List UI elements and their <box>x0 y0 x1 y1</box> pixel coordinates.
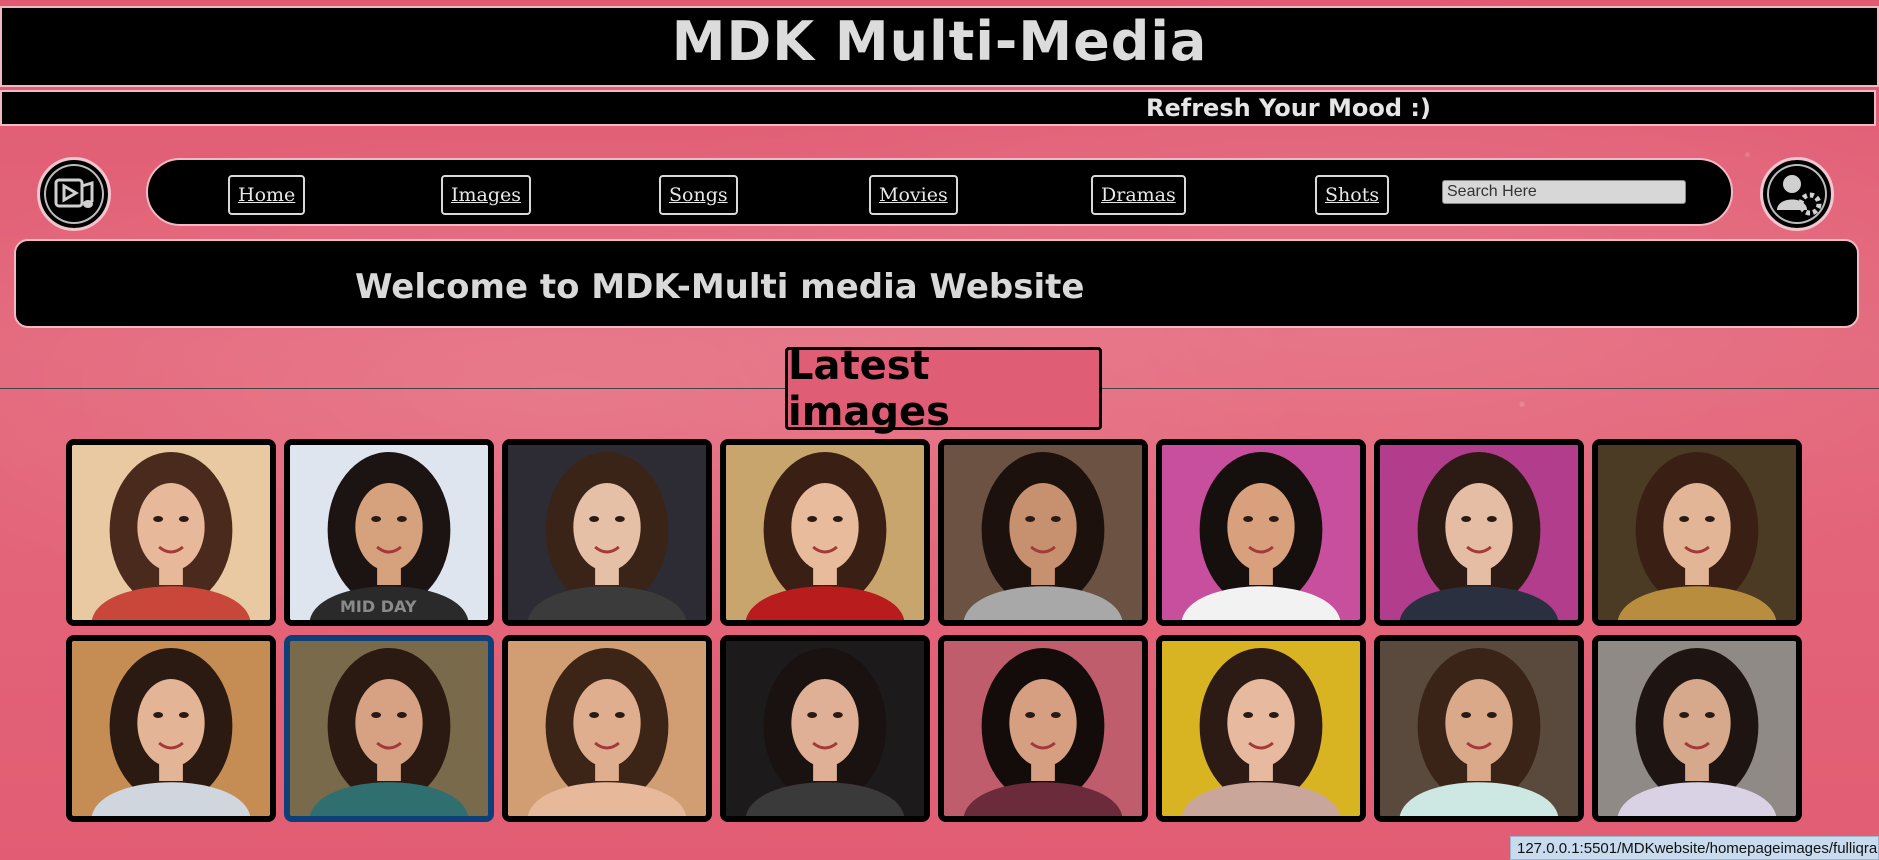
portrait-photo <box>72 445 270 620</box>
portrait-photo <box>508 641 706 816</box>
nav-images[interactable]: Images <box>441 175 532 215</box>
photo-watermark: MID DAY <box>340 597 417 616</box>
portrait-photo <box>1598 641 1796 816</box>
portrait-photo <box>1162 445 1360 620</box>
portrait-photo <box>1380 445 1578 620</box>
gallery-image[interactable] <box>720 439 930 626</box>
site-title: MDK Multi-Media <box>671 10 1208 73</box>
portrait-photo <box>72 641 270 816</box>
nav-shots[interactable]: Shots <box>1315 175 1390 215</box>
gallery-image[interactable] <box>502 439 712 626</box>
search-input[interactable] <box>1442 180 1686 204</box>
latest-images-heading: Latest images <box>785 343 1102 435</box>
nav-songs[interactable]: Songs <box>659 175 738 215</box>
portrait-photo <box>726 445 924 620</box>
portrait-photo <box>290 445 488 620</box>
portrait-photo <box>1380 641 1578 816</box>
welcome-text: Welcome to MDK-Multi media Website <box>355 267 1085 307</box>
gallery-image[interactable] <box>502 635 712 822</box>
site-tagline: Refresh Your Mood :) <box>1146 94 1431 122</box>
status-bar-url: 127.0.0.1:5501/MDKwebsite/homepageimages… <box>1510 836 1879 860</box>
gallery-image[interactable] <box>720 635 930 822</box>
gallery-image[interactable] <box>66 439 276 626</box>
portrait-photo <box>726 641 924 816</box>
gallery-image[interactable] <box>1374 635 1584 822</box>
tagline-bar <box>0 90 1876 126</box>
portrait-photo <box>944 445 1142 620</box>
gallery-image[interactable] <box>1156 439 1366 626</box>
gallery-image[interactable] <box>1592 635 1802 822</box>
nav-movies[interactable]: Movies <box>869 175 958 215</box>
user-settings-glyph <box>1777 175 1822 216</box>
gallery-image[interactable] <box>66 635 276 822</box>
portrait-photo <box>1598 445 1796 620</box>
gallery-image[interactable] <box>1592 439 1802 626</box>
user-settings-icon[interactable] <box>1760 157 1834 231</box>
portrait-photo <box>1162 641 1360 816</box>
gallery-image[interactable] <box>284 635 494 822</box>
nav-dramas[interactable]: Dramas <box>1091 175 1186 215</box>
portrait-photo <box>944 641 1142 816</box>
portrait-photo <box>290 641 488 816</box>
gallery-image[interactable] <box>1374 439 1584 626</box>
nav-home[interactable]: Home <box>228 175 306 215</box>
gallery-image[interactable] <box>938 439 1148 626</box>
gallery-image[interactable] <box>1156 635 1366 822</box>
music-video-glyph <box>54 178 94 208</box>
music-video-icon[interactable] <box>37 157 111 231</box>
gallery-image[interactable] <box>938 635 1148 822</box>
portrait-photo <box>508 445 706 620</box>
gallery-image[interactable]: MID DAY <box>284 439 494 626</box>
